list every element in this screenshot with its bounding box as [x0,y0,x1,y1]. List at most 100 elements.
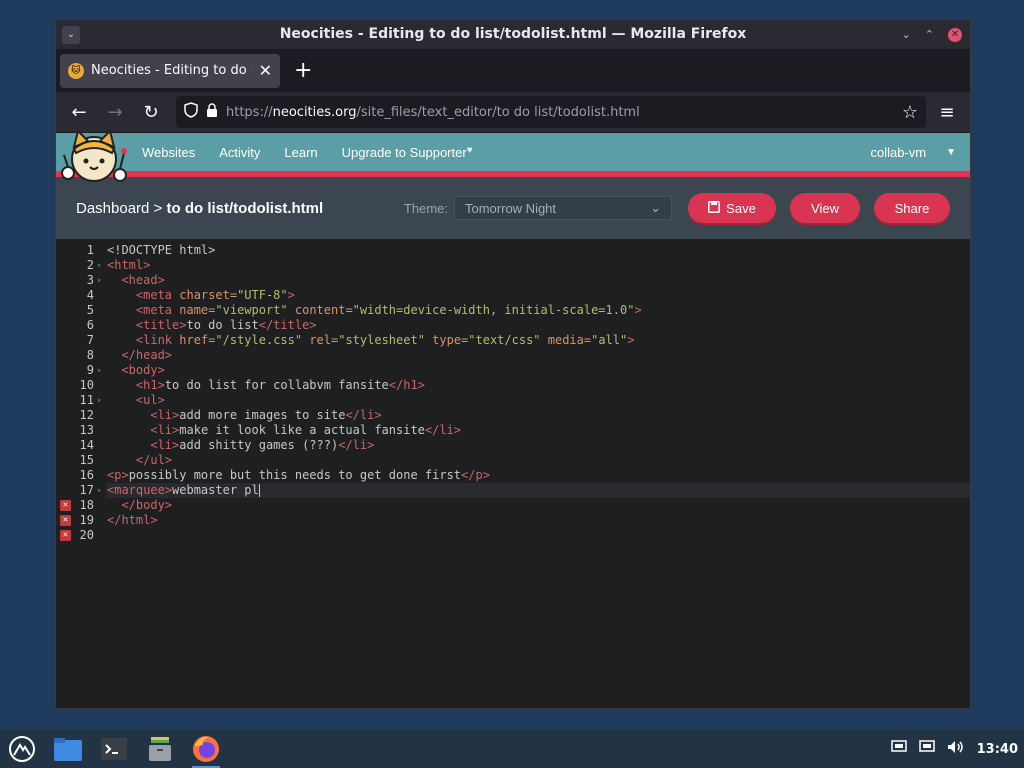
code-attr: content= [287,303,353,317]
maximize-button[interactable]: ⌃ [925,28,934,41]
line-number: 5 [86,303,94,317]
error-marker-icon[interactable]: ✕ [60,515,71,526]
minimize-button[interactable]: ⌄ [902,28,911,41]
view-button[interactable]: View [790,193,860,223]
network-wired-icon-2[interactable] [918,740,935,758]
archive-manager-button[interactable] [142,732,178,766]
line-number: 6 [86,318,94,332]
clock[interactable]: 13:40 [977,742,1018,757]
code-tag: > [287,288,295,302]
code-line-4[interactable]: <meta charset="UTF-8"> [106,288,970,303]
fold-toggle-icon[interactable]: ▾ [94,393,104,408]
code-line-17[interactable]: <marquee>webmaster pl [106,483,970,498]
firefox-button[interactable] [188,732,224,768]
gutter-line: 5 [56,303,106,318]
code-line-18[interactable]: </body> [106,498,970,513]
line-number: 2 [86,258,94,272]
neocities-page: Websites Activity Learn Upgrade to Suppo… [56,129,970,708]
code-line-11[interactable]: <ul> [106,393,970,408]
code-area[interactable]: <!DOCTYPE html> <html> <head> <meta char… [106,243,970,543]
gutter-line: 15 [56,453,106,468]
code-line-8[interactable]: </head> [106,348,970,363]
fold-toggle-icon[interactable]: ▾ [94,363,104,378]
close-window-button[interactable]: ✕ [948,27,962,42]
line-number: 20 [79,528,94,542]
code-tag: <li> [150,408,180,422]
forward-button[interactable]: → [100,97,130,127]
tracking-shield-icon[interactable] [184,102,198,122]
gutter-line: ✕ 19 [56,513,106,528]
code-line-20[interactable] [106,528,970,543]
new-tab-button[interactable]: + [294,58,312,83]
error-marker-icon[interactable]: ✕ [60,500,71,511]
code-line-19[interactable]: </html> [106,513,970,528]
code-line-1[interactable]: <!DOCTYPE html> [106,243,970,258]
code-line-9[interactable]: <body> [106,363,970,378]
user-menu[interactable]: collab-vm ▼ [870,145,956,160]
fold-toggle-icon[interactable]: ▾ [94,483,104,498]
line-number: 14 [79,438,94,452]
volume-icon[interactable] [947,740,965,758]
terminal-button[interactable] [96,732,132,766]
code-line-3[interactable]: <head> [106,273,970,288]
code-text: add more images to site [179,408,346,422]
window-menu-button[interactable]: ⌄ [62,25,80,44]
code-string: "width=device-width, initial-scale=1.0" [352,303,635,317]
code-tag: </head> [121,348,173,362]
code-line-14[interactable]: <li>add shitty games (???)</li> [106,438,970,453]
code-line-13[interactable]: <li>make it look like a actual fansite</… [106,423,970,438]
nav-activity[interactable]: Activity [219,145,260,160]
lock-icon[interactable] [206,102,218,122]
nav-upgrade[interactable]: Upgrade to Supporter♥ [342,145,473,160]
code-tag: <link [135,333,173,347]
code-line-10[interactable]: <h1>to do list for collabvm fansite</h1> [106,378,970,393]
view-label: View [811,200,839,216]
tab-neocities[interactable]: 🐱 Neocities - Editing to do list/todolis… [60,53,280,88]
error-marker-icon[interactable]: ✕ [60,530,71,541]
gutter-line: 12 [56,408,106,423]
code-line-2[interactable]: <html> [106,258,970,273]
gutter-line: 6 [56,318,106,333]
breadcrumb-dashboard[interactable]: Dashboard [76,200,149,217]
network-wired-icon[interactable] [890,740,907,758]
gutter-line: 4 [56,288,106,303]
code-tag: > [627,333,635,347]
user-caret-icon[interactable]: ▼ [946,147,956,158]
archive-icon [149,737,171,761]
app-menu-button[interactable]: ≡ [932,97,962,127]
breadcrumb: Dashboard > to do list/todolist.html [76,200,323,217]
code-tag: </h1> [388,378,425,392]
fold-toggle-icon[interactable]: ▾ [94,273,104,288]
save-button[interactable]: Save [688,193,776,223]
tab-close-icon[interactable]: ✕ [259,61,272,80]
url-bar[interactable]: https://neocities.org/site_files/text_ed… [176,96,926,128]
code-string: "stylesheet" [338,333,425,347]
code-text: to do list [186,318,259,332]
firefox-icon [193,736,219,762]
neocities-cat-logo-icon[interactable] [58,129,130,187]
start-menu-button[interactable] [4,732,40,766]
code-line-16[interactable]: <p>possibly more but this needs to get d… [106,468,970,483]
code-line-6[interactable]: <title>to do list</title> [106,318,970,333]
code-line-5[interactable]: <meta name="viewport" content="width=dev… [106,303,970,318]
nav-websites[interactable]: Websites [142,145,195,160]
nav-learn[interactable]: Learn [284,145,317,160]
reload-button[interactable]: ↻ [136,97,166,127]
theme-select[interactable]: Tomorrow Night ⌄ [454,196,672,220]
bookmark-star-icon[interactable]: ☆ [902,102,918,123]
file-manager-button[interactable] [50,732,86,766]
code-string: "UTF-8" [237,288,288,302]
back-button[interactable]: ← [64,97,94,127]
folder-icon [54,738,82,761]
site-nav: Websites Activity Learn Upgrade to Suppo… [142,145,473,160]
share-button[interactable]: Share [874,193,950,223]
fold-toggle-icon[interactable]: ▾ [94,258,104,273]
code-line-12[interactable]: <li>add more images to site</li> [106,408,970,423]
code-line-7[interactable]: <link href="/style.css" rel="stylesheet"… [106,333,970,348]
username[interactable]: collab-vm [870,145,926,160]
line-number: 15 [79,453,94,467]
code-line-15[interactable]: </ul> [106,453,970,468]
code-tag: <meta [135,288,173,302]
code-tag: <body> [121,363,165,377]
code-editor[interactable]: 1 2 ▾ 3 ▾ 4 5 6 7 8 9 ▾ 10 11 ▾ 12 13 14 15 16 17 ▾ ✕ 18 ✕ 19 ✕ 20 … [56,239,970,708]
